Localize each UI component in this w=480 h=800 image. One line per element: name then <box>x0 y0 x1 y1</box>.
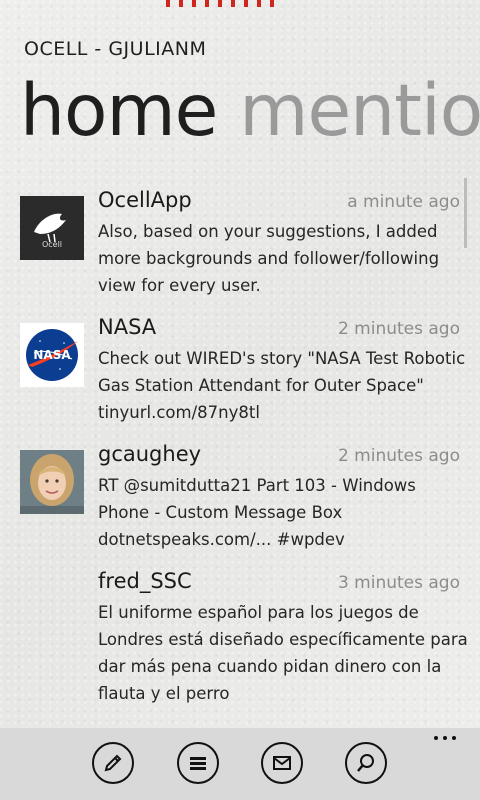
tweet-text: RT @sumitdutta21 Part 103 - Windows Phon… <box>98 476 416 549</box>
tweet-text: El uniforme español para los juegos de L… <box>98 603 468 703</box>
indicator-bar <box>179 0 183 7</box>
indicator-bar <box>257 0 261 7</box>
application-bar <box>0 728 480 800</box>
messages-button[interactable] <box>261 742 303 784</box>
tweet-timestamp: 2 minutes ago <box>337 319 460 339</box>
tweet-item[interactable]: gcaughey 2 minutes ago RT @sumitdutta21 … <box>0 434 480 561</box>
timeline-feed: Ocell OcellApp a minute ago Also, based … <box>0 180 480 728</box>
search-icon <box>357 754 374 772</box>
indicator-bar <box>218 0 222 7</box>
profile-photo <box>20 450 84 514</box>
avatar-nasa[interactable]: NASA <box>20 323 84 387</box>
avatar-caption: Ocell <box>41 240 63 249</box>
more-options-icon[interactable] <box>434 736 456 740</box>
tweet-text: Check out WIRED's story "NASA Test Robot… <box>98 349 466 422</box>
tweet-username[interactable]: fred_SSC <box>98 569 192 593</box>
lists-icon <box>190 757 206 770</box>
tweet-item[interactable]: NASA NASA 2 minutes ago Check out WIRED'… <box>0 307 480 434</box>
messages-icon <box>273 756 291 770</box>
tweet-timestamp: a minute ago <box>347 192 460 212</box>
indicator-bar <box>205 0 209 7</box>
pivot-header: home mention <box>20 66 480 156</box>
tweet-timestamp: 2 minutes ago <box>337 446 460 466</box>
compose-icon <box>104 754 122 772</box>
search-button[interactable] <box>345 742 387 784</box>
indicator-bar <box>166 0 170 7</box>
app-title: OCELL - GJULIANM <box>24 38 207 60</box>
tweet-timestamp: 3 minutes ago <box>337 573 460 593</box>
dot <box>443 736 447 740</box>
tweet-username[interactable]: OcellApp <box>98 188 192 212</box>
tweet-text: Also, based on your suggestions, I added… <box>98 222 440 295</box>
tweet-item[interactable]: fred_SSC 3 minutes ago El uniforme españ… <box>0 561 480 728</box>
compose-button[interactable] <box>92 742 134 784</box>
dot <box>452 736 456 740</box>
tweet-username[interactable]: NASA <box>98 315 156 339</box>
status-indicator <box>166 0 274 7</box>
indicator-bar <box>270 0 274 7</box>
indicator-bar <box>231 0 235 7</box>
avatar-gcaughey[interactable] <box>20 450 84 514</box>
pivot-home[interactable]: home <box>20 69 218 152</box>
avatar-ocellapp[interactable]: Ocell <box>20 196 84 260</box>
indicator-bar <box>244 0 248 7</box>
dot <box>434 736 438 740</box>
lists-button[interactable] <box>177 742 219 784</box>
avatar-caption: NASA <box>33 348 71 362</box>
tweet-username[interactable]: gcaughey <box>98 442 201 466</box>
tweet-item[interactable]: Ocell OcellApp a minute ago Also, based … <box>0 180 480 307</box>
indicator-bar <box>192 0 196 7</box>
ocell-bird-icon <box>20 196 84 260</box>
pivot-mention[interactable]: mention <box>239 69 480 152</box>
